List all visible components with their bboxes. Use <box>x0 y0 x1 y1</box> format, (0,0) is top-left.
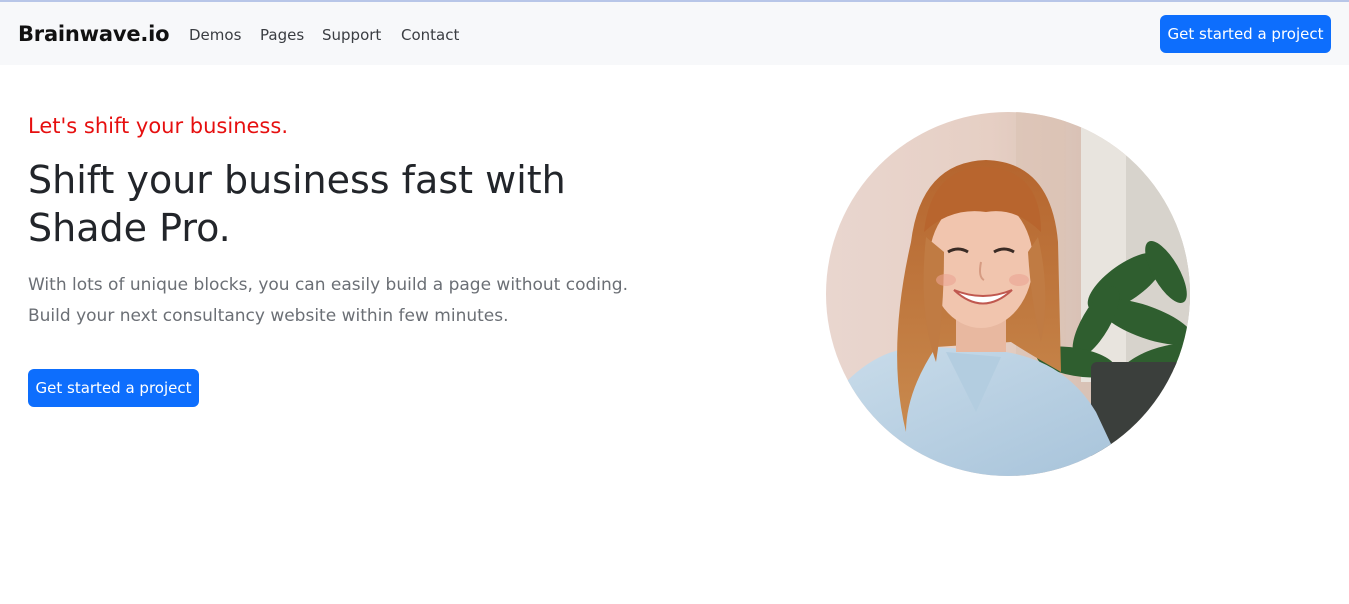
brand-logo[interactable]: Brainwave.io <box>18 22 170 46</box>
hero-portrait-image <box>826 112 1190 476</box>
hero-get-started-button[interactable]: Get started a project <box>28 369 199 407</box>
nav-link-support[interactable]: Support <box>322 26 381 44</box>
nav-link-pages[interactable]: Pages <box>260 26 304 44</box>
nav-link-contact[interactable]: Contact <box>401 26 459 44</box>
hero-headline: Shift your business fast with Shade Pro. <box>28 158 566 250</box>
nav-link-demos[interactable]: Demos <box>189 26 241 44</box>
navbar: Brainwave.io Demos Pages Support Contact… <box>0 2 1349 65</box>
navbar-get-started-button[interactable]: Get started a project <box>1160 15 1331 53</box>
hero-tagline: Let's shift your business. <box>28 114 288 138</box>
hero-description: With lots of unique blocks, you can easi… <box>28 275 628 326</box>
